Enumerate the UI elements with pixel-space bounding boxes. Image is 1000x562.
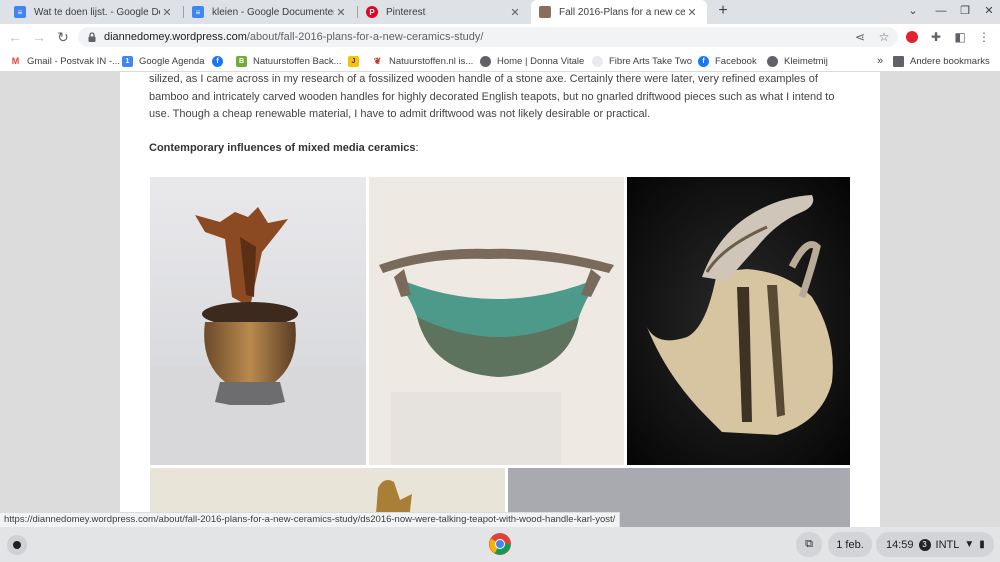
battery-icon: ▮ [979,539,985,550]
gmail-icon: M [10,55,21,67]
bookmark-j[interactable]: J [348,54,365,68]
bookmark-label: Natuurstoffen Back... [253,55,342,67]
date-pill[interactable]: 1 feb. [828,532,872,557]
page-viewport: silized, as I came across in my research… [0,72,1000,527]
new-tab-button[interactable]: + [714,2,732,20]
browser-toolbar: ← → ↻ diannedomey.wordpress.com/about/fa… [0,24,1000,50]
notification-count-badge: 3 [918,538,931,551]
kebab-menu-icon[interactable]: ⋮ [975,28,993,46]
other-bookmarks-folder[interactable]: Andere bookmarks [893,54,990,68]
tab-pinterest[interactable]: P Pinterest ✕ [358,0,530,24]
natuurstoffen-nl-icon: ❦ [372,55,383,67]
article-content: silized, as I came across in my research… [120,72,880,527]
bookmark-label: Facebook [715,55,757,67]
chevron-down-icon[interactable]: ⌄ [904,2,922,20]
section-heading: Contemporary influences of mixed media c… [149,142,419,154]
opera-extension-icon[interactable] [903,28,921,46]
bookmark-natuurstoffen-nl[interactable]: ❦ Natuurstoffen.nl is... [372,54,473,68]
bookmark-fibre-arts[interactable]: Fibre Arts Take Two [592,54,692,68]
tab-title: Fall 2016-Plans for a new ceram [559,6,685,18]
close-icon[interactable]: ✕ [160,6,174,19]
keyboard-layout-label: INTL [935,538,960,551]
bookmarks-bar: M Gmail - Postvak IN -... 1 Google Agend… [0,50,1000,72]
bookmark-label: Fibre Arts Take Two [609,55,693,67]
bookmark-gmail[interactable]: M Gmail - Postvak IN -... [10,54,120,68]
section-heading-text: Contemporary influences of mixed media c… [149,142,416,154]
folder-icon [893,55,904,67]
tab-wat-te-doen[interactable]: ≡ Wat te doen lijst. - Google Docum ✕ [6,0,182,24]
tab-title: Wat te doen lijst. - Google Docum [34,6,160,18]
bookmark-label: Google Agenda [139,55,205,67]
restore-icon[interactable]: ❐ [956,2,974,20]
launcher-icon[interactable] [7,535,27,555]
forward-icon[interactable]: → [30,28,48,46]
facebook-icon: f [698,55,709,67]
raku-pot-photo[interactable] [150,177,366,465]
close-icon[interactable]: ✕ [334,6,348,19]
natuurstoffen-icon: B [236,55,247,67]
status-bubble-url: https://diannedomey.wordpress.com/about/… [0,512,621,527]
url-host: diannedomey.wordpress.com [104,31,247,43]
screen-capture-icon[interactable]: ⧉ [796,532,822,557]
bookmark-label: Andere bookmarks [910,55,990,67]
driftwood-basket-photo[interactable] [369,177,624,465]
google-docs-icon: ≡ [192,6,204,18]
bookmark-label: Natuurstoffen.nl is... [389,55,474,67]
wifi-icon: ▼ [964,539,975,550]
yellow-j-icon: J [348,55,359,67]
reload-icon[interactable]: ↻ [54,28,72,46]
globe-icon [480,55,491,67]
extensions-puzzle-icon[interactable]: ✚ [927,28,945,46]
system-shelf: ⧉ 1 feb. 14:59 3 INTL ▼ ▮ [0,527,1000,562]
chrome-app-icon[interactable] [488,532,512,556]
system-tray[interactable]: 14:59 3 INTL ▼ ▮ [876,532,994,557]
facebook-icon: f [212,55,223,67]
share-icon[interactable]: ⋖ [851,28,869,46]
fibre-icon [592,55,603,67]
close-window-icon[interactable]: ✕ [980,2,998,20]
bookmark-kleimetmij[interactable]: Kleimetmij [767,54,828,68]
minimize-icon[interactable]: — [932,2,950,20]
lock-icon [88,32,96,42]
bookmark-star-icon[interactable]: ☆ [875,28,893,46]
site-favicon [539,6,551,18]
bookmark-natuurstoffen-back[interactable]: B Natuurstoffen Back... [236,54,342,68]
tab-title: Pinterest [386,6,426,18]
back-icon[interactable]: ← [6,28,24,46]
address-bar[interactable]: diannedomey.wordpress.com/about/fall-201… [78,27,898,47]
tab-fall-2016[interactable]: Fall 2016-Plans for a new ceram ✕ [531,0,707,24]
close-icon[interactable]: ✕ [508,6,522,19]
bookmark-label: Kleimetmij [784,55,828,67]
google-docs-icon: ≡ [14,6,26,18]
clock-time: 14:59 [886,538,914,551]
bookmarks-overflow-button[interactable]: » [877,54,883,68]
tab-kleien[interactable]: ≡ kleien - Google Documenten ✕ [184,0,356,24]
tab-title: kleien - Google Documenten [212,6,334,18]
url-text[interactable]: diannedomey.wordpress.com/about/fall-201… [104,31,483,43]
article-paragraph: silized, as I came across in my research… [149,73,835,120]
bookmark-facebook-1[interactable]: f [212,54,229,68]
bookmark-label: Gmail - Postvak IN -... [27,55,120,67]
teapot-wood-handle-photo[interactable] [627,177,850,465]
calendar-icon: 1 [122,55,133,67]
pinterest-icon: P [366,6,378,18]
heading-suffix: : [415,142,419,154]
bookmark-label: Home | Donna Vitale [497,55,585,67]
bookmark-facebook-2[interactable]: f Facebook [698,54,757,68]
tab-strip: ≡ Wat te doen lijst. - Google Docum ✕ ≡ … [0,0,1000,24]
side-panel-icon[interactable]: ◧ [951,28,969,46]
bookmark-google-agenda[interactable]: 1 Google Agenda [122,54,205,68]
close-icon[interactable]: ✕ [685,6,699,19]
bookmark-donna-vitale[interactable]: Home | Donna Vitale [480,54,584,68]
url-path: /about/fall-2016-plans-for-a-new-ceramic… [246,31,484,43]
globe-icon [767,55,778,67]
